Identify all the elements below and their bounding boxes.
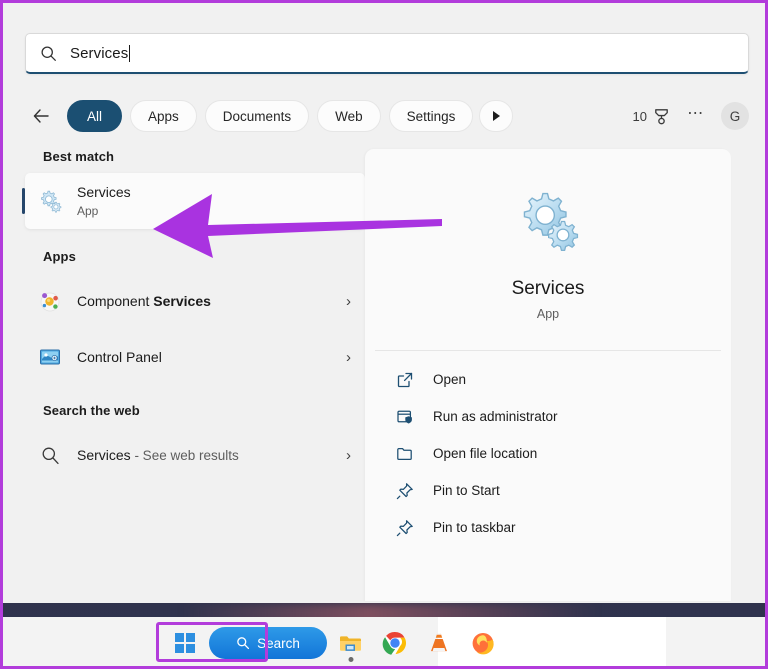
action-open[interactable]: Open	[383, 361, 713, 398]
action-label: Open	[433, 372, 467, 387]
vlc-icon[interactable]	[419, 623, 459, 663]
open-external-icon	[395, 370, 415, 390]
gears-icon	[515, 187, 581, 258]
web-search-section: Search the web Services - See web result…	[25, 403, 365, 483]
taskbar-items: Search	[165, 623, 503, 663]
text-caret	[129, 44, 131, 62]
action-run-as-administrator[interactable]: Run as administrator	[383, 398, 713, 435]
preview-app-name: Services	[511, 278, 585, 299]
search-results-list: Best match Services App Apps Component S…	[22, 149, 365, 601]
tab-settings[interactable]: Settings	[388, 100, 474, 132]
chevron-right-icon	[493, 111, 501, 121]
tab-documents[interactable]: Documents	[204, 100, 310, 132]
chrome-icon[interactable]	[375, 623, 415, 663]
result-subtitle: App	[77, 203, 99, 218]
control-panel-icon	[37, 344, 63, 370]
chevron-right-icon[interactable]: ›	[346, 349, 357, 366]
pin-icon	[395, 518, 415, 538]
running-indicator-dot	[348, 657, 354, 662]
folder-icon	[395, 444, 415, 464]
taskbar-search-label: Search	[257, 635, 300, 651]
result-title: Services	[77, 183, 131, 200]
search-icon	[41, 45, 56, 61]
preview-hero: Services App	[365, 149, 731, 321]
result-row-component-services[interactable]: Component Services ›	[25, 273, 365, 329]
section-heading-web: Search the web	[43, 403, 140, 418]
result-title: Control Panel	[77, 348, 162, 365]
action-pin-to-taskbar[interactable]: Pin to taskbar	[383, 509, 713, 546]
windows-start-icon	[175, 633, 195, 653]
avatar[interactable]: G	[721, 102, 749, 130]
chevron-right-icon[interactable]: ›	[346, 447, 357, 464]
section-heading-best-match: Best match	[43, 149, 115, 164]
result-row-services-best-match[interactable]: Services App	[22, 173, 365, 229]
file-explorer-icon[interactable]	[331, 623, 371, 663]
ellipsis-icon: ⋯	[687, 104, 705, 122]
result-row-web-services[interactable]: Services - See web results ›	[25, 427, 365, 483]
component-services-icon	[37, 288, 63, 314]
search-icon	[37, 442, 63, 468]
tab-apps[interactable]: Apps	[130, 100, 197, 132]
back-arrow-icon	[33, 109, 49, 123]
pin-icon	[395, 481, 415, 501]
search-header-actions: 10 ⋯ G	[627, 101, 749, 131]
preview-app-kind: App	[536, 307, 560, 321]
search-icon	[237, 637, 250, 650]
taskbar: Search	[0, 617, 768, 669]
tab-all[interactable]: All	[67, 100, 123, 132]
back-button[interactable]	[25, 100, 57, 132]
rewards-count: 10	[632, 108, 647, 124]
taskbar-search-button[interactable]: Search	[209, 627, 327, 659]
tab-web[interactable]: Web	[317, 100, 381, 132]
action-label: Pin to taskbar	[433, 520, 516, 535]
action-pin-to-start[interactable]: Pin to Start	[383, 472, 713, 509]
result-row-control-panel[interactable]: Control Panel ›	[25, 329, 365, 385]
best-match-section: Best match Services App	[22, 149, 365, 229]
rewards-button[interactable]: 10	[627, 103, 677, 130]
action-label: Open file location	[433, 446, 538, 461]
windows-search-flyout: Services All Apps Documents Web Settings…	[3, 3, 765, 603]
section-heading-apps: Apps	[43, 249, 76, 264]
divider	[375, 350, 721, 351]
result-title: Component Services	[77, 292, 211, 309]
search-input[interactable]: Services	[25, 33, 749, 74]
result-title: Services - See web results	[77, 446, 239, 463]
medal-icon	[655, 108, 668, 124]
chevron-right-icon[interactable]: ›	[346, 293, 357, 310]
app-preview-pane: Services App Open Run as administrator O…	[365, 149, 731, 601]
firefox-icon[interactable]	[463, 623, 503, 663]
gears-icon	[37, 188, 63, 214]
more-tabs-button[interactable]	[479, 100, 514, 132]
apps-section: Apps Component Services › Control Panel …	[25, 249, 365, 385]
action-label: Run as administrator	[433, 409, 558, 424]
action-open-file-location[interactable]: Open file location	[383, 435, 713, 472]
shield-window-icon	[395, 407, 415, 427]
start-button[interactable]	[165, 623, 205, 663]
search-filter-tabs: All Apps Documents Web Settings 10 ⋯ G	[25, 95, 749, 137]
preview-actions-list: Open Run as administrator Open file loca…	[365, 361, 731, 546]
search-input-value: Services	[70, 44, 129, 62]
overflow-menu-button[interactable]: ⋯	[681, 101, 711, 131]
action-label: Pin to Start	[433, 483, 500, 498]
